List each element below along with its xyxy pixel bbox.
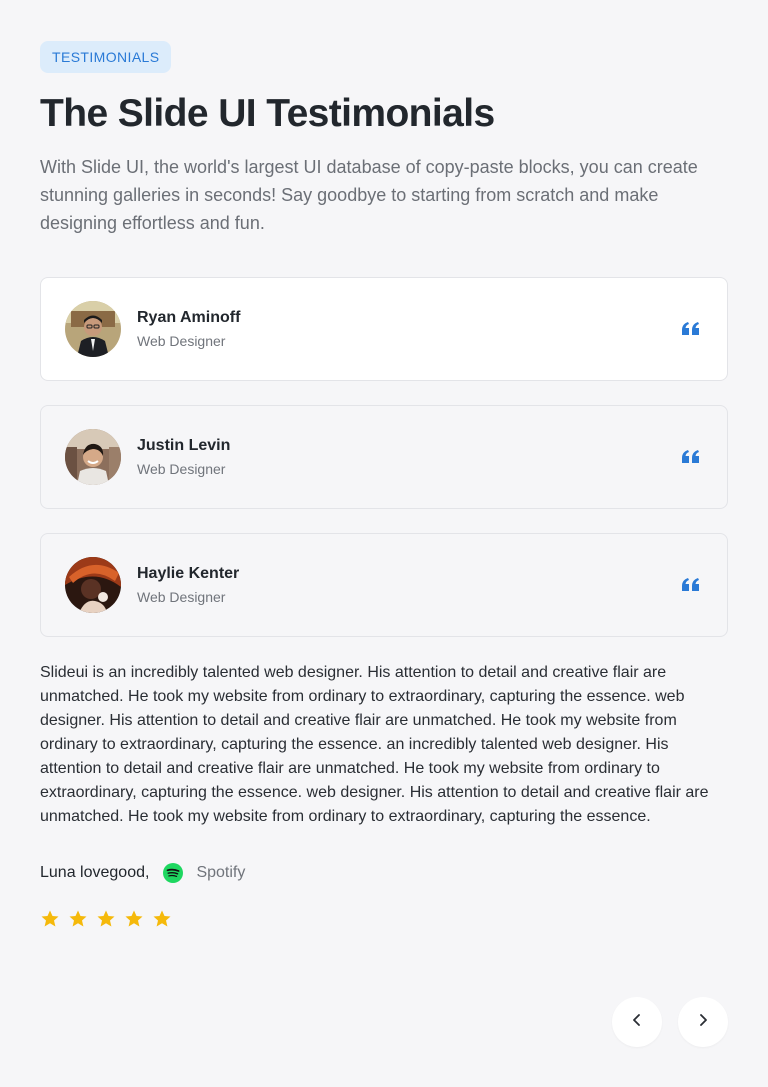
- star-icon: [69, 910, 87, 927]
- quote-icon: [679, 573, 703, 597]
- testimonial-name: Haylie Kenter: [137, 565, 240, 582]
- chevron-left-icon: [630, 1013, 644, 1032]
- star-icon: [153, 910, 171, 927]
- avatar: [65, 301, 121, 357]
- spotify-icon: [163, 863, 184, 883]
- rating-stars: [40, 909, 728, 929]
- testimonial-name: Justin Levin: [137, 437, 231, 454]
- testimonial-list: Ryan Aminoff Web Designer Justin Levin W…: [40, 277, 728, 637]
- next-button[interactable]: [678, 997, 728, 1047]
- testimonial-role: Web Designer: [137, 461, 226, 477]
- page-title: The Slide UI Testimonials: [40, 92, 495, 135]
- section-description: With Slide UI, the world's largest UI da…: [40, 157, 698, 233]
- avatar: [65, 557, 121, 613]
- testimonials-section: TESTIMONIALS The Slide UI Testimonials W…: [40, 41, 728, 929]
- chevron-right-icon: [696, 1013, 710, 1032]
- testimonial-text: Slideui is an incredibly talented web de…: [40, 664, 709, 825]
- testimonial-role: Web Designer: [137, 333, 226, 349]
- quote-icon: [679, 445, 703, 469]
- avatar: [65, 429, 121, 485]
- testimonial-role: Web Designer: [137, 589, 226, 605]
- company-name: Spotify: [196, 864, 246, 881]
- testimonial-card-ryan-aminoff[interactable]: Ryan Aminoff Web Designer: [40, 277, 728, 381]
- testimonial-author-row: Luna lovegood, Spotify: [40, 861, 728, 885]
- star-icon: [41, 910, 59, 927]
- star-icon: [125, 910, 143, 927]
- previous-button[interactable]: [612, 997, 662, 1047]
- quote-icon: [679, 317, 703, 341]
- testimonial-card-haylie-kenter[interactable]: Haylie Kenter Web Designer: [40, 533, 728, 637]
- testimonial-card-justin-levin[interactable]: Justin Levin Web Designer: [40, 405, 728, 509]
- testimonial-name: Ryan Aminoff: [137, 309, 241, 326]
- section-badge: TESTIMONIALS: [40, 41, 172, 73]
- testimonial-author: Luna lovegood,: [40, 864, 150, 881]
- star-icon: [97, 910, 115, 927]
